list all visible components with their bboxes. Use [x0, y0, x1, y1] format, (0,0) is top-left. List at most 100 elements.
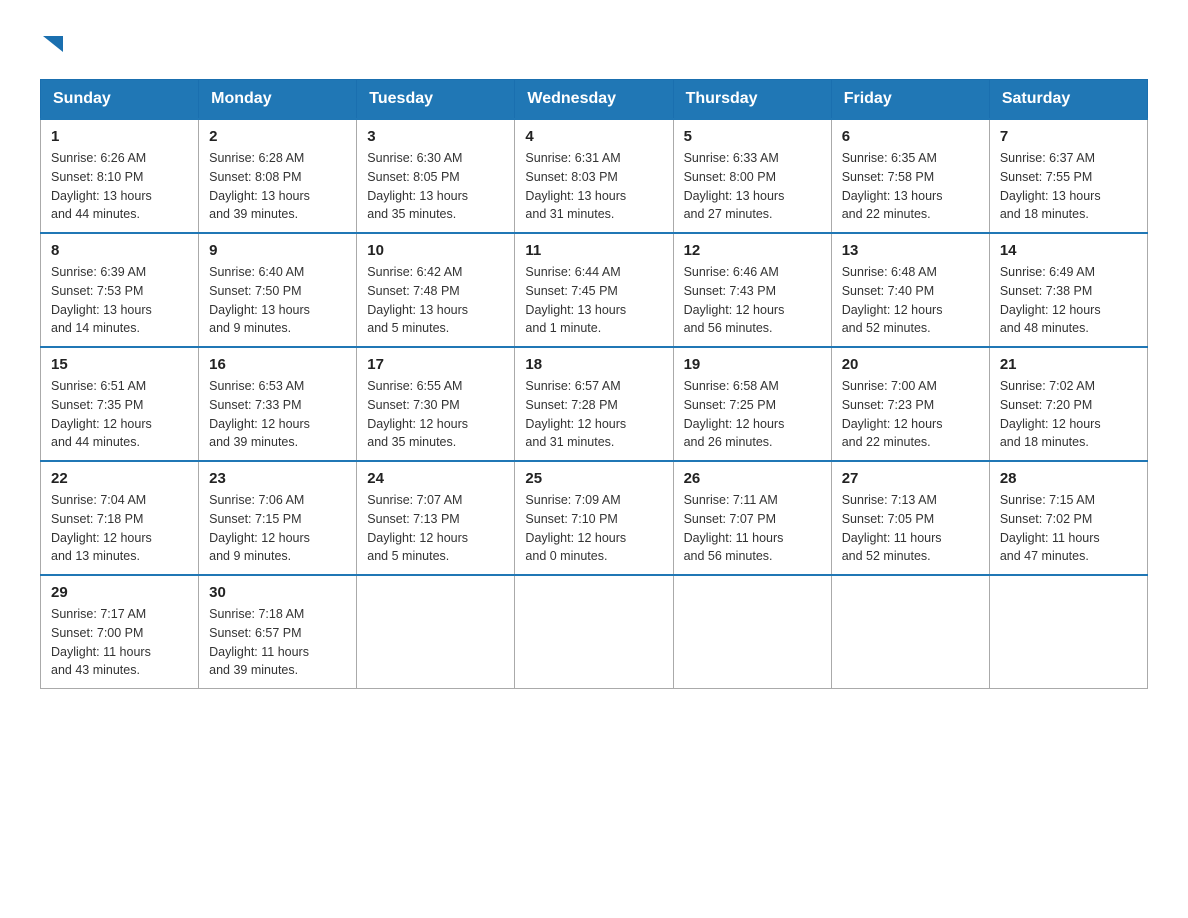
day-number: 23	[209, 470, 346, 487]
logo-triangle-icon	[43, 32, 65, 54]
column-header-sunday: Sunday	[41, 80, 199, 120]
day-number: 8	[51, 242, 188, 259]
week-row-1: 1 Sunrise: 6:26 AM Sunset: 8:10 PM Dayli…	[41, 119, 1148, 233]
calendar-cell: 23 Sunrise: 7:06 AM Sunset: 7:15 PM Dayl…	[199, 461, 357, 575]
day-number: 6	[842, 128, 979, 145]
day-number: 3	[367, 128, 504, 145]
day-number: 29	[51, 584, 188, 601]
calendar-cell: 18 Sunrise: 6:57 AM Sunset: 7:28 PM Dayl…	[515, 347, 673, 461]
week-row-4: 22 Sunrise: 7:04 AM Sunset: 7:18 PM Dayl…	[41, 461, 1148, 575]
day-number: 16	[209, 356, 346, 373]
day-number: 10	[367, 242, 504, 259]
week-row-5: 29 Sunrise: 7:17 AM Sunset: 7:00 PM Dayl…	[41, 575, 1148, 689]
calendar-cell: 5 Sunrise: 6:33 AM Sunset: 8:00 PM Dayli…	[673, 119, 831, 233]
day-number: 21	[1000, 356, 1137, 373]
day-info: Sunrise: 6:48 AM Sunset: 7:40 PM Dayligh…	[842, 263, 979, 338]
week-row-3: 15 Sunrise: 6:51 AM Sunset: 7:35 PM Dayl…	[41, 347, 1148, 461]
day-number: 5	[684, 128, 821, 145]
calendar-cell: 6 Sunrise: 6:35 AM Sunset: 7:58 PM Dayli…	[831, 119, 989, 233]
calendar-cell: 12 Sunrise: 6:46 AM Sunset: 7:43 PM Dayl…	[673, 233, 831, 347]
day-info: Sunrise: 6:31 AM Sunset: 8:03 PM Dayligh…	[525, 149, 662, 224]
day-info: Sunrise: 6:49 AM Sunset: 7:38 PM Dayligh…	[1000, 263, 1137, 338]
day-info: Sunrise: 6:28 AM Sunset: 8:08 PM Dayligh…	[209, 149, 346, 224]
column-header-thursday: Thursday	[673, 80, 831, 120]
calendar-table: SundayMondayTuesdayWednesdayThursdayFrid…	[40, 79, 1148, 689]
day-info: Sunrise: 6:51 AM Sunset: 7:35 PM Dayligh…	[51, 377, 188, 452]
day-info: Sunrise: 7:02 AM Sunset: 7:20 PM Dayligh…	[1000, 377, 1137, 452]
day-number: 27	[842, 470, 979, 487]
calendar-cell: 8 Sunrise: 6:39 AM Sunset: 7:53 PM Dayli…	[41, 233, 199, 347]
day-info: Sunrise: 6:39 AM Sunset: 7:53 PM Dayligh…	[51, 263, 188, 338]
calendar-header-row: SundayMondayTuesdayWednesdayThursdayFrid…	[41, 80, 1148, 120]
calendar-cell: 19 Sunrise: 6:58 AM Sunset: 7:25 PM Dayl…	[673, 347, 831, 461]
calendar-cell: 27 Sunrise: 7:13 AM Sunset: 7:05 PM Dayl…	[831, 461, 989, 575]
day-number: 28	[1000, 470, 1137, 487]
day-number: 2	[209, 128, 346, 145]
day-info: Sunrise: 7:15 AM Sunset: 7:02 PM Dayligh…	[1000, 491, 1137, 566]
day-info: Sunrise: 6:46 AM Sunset: 7:43 PM Dayligh…	[684, 263, 821, 338]
logo-line1	[40, 30, 65, 59]
day-info: Sunrise: 6:58 AM Sunset: 7:25 PM Dayligh…	[684, 377, 821, 452]
day-number: 22	[51, 470, 188, 487]
day-info: Sunrise: 6:57 AM Sunset: 7:28 PM Dayligh…	[525, 377, 662, 452]
day-number: 12	[684, 242, 821, 259]
day-number: 4	[525, 128, 662, 145]
day-number: 19	[684, 356, 821, 373]
day-info: Sunrise: 7:11 AM Sunset: 7:07 PM Dayligh…	[684, 491, 821, 566]
calendar-cell: 9 Sunrise: 6:40 AM Sunset: 7:50 PM Dayli…	[199, 233, 357, 347]
column-header-wednesday: Wednesday	[515, 80, 673, 120]
calendar-cell: 11 Sunrise: 6:44 AM Sunset: 7:45 PM Dayl…	[515, 233, 673, 347]
day-info: Sunrise: 7:17 AM Sunset: 7:00 PM Dayligh…	[51, 605, 188, 680]
day-number: 25	[525, 470, 662, 487]
column-header-tuesday: Tuesday	[357, 80, 515, 120]
day-number: 14	[1000, 242, 1137, 259]
day-info: Sunrise: 7:00 AM Sunset: 7:23 PM Dayligh…	[842, 377, 979, 452]
calendar-cell	[515, 575, 673, 689]
day-info: Sunrise: 7:13 AM Sunset: 7:05 PM Dayligh…	[842, 491, 979, 566]
day-number: 24	[367, 470, 504, 487]
calendar-cell: 3 Sunrise: 6:30 AM Sunset: 8:05 PM Dayli…	[357, 119, 515, 233]
day-number: 7	[1000, 128, 1137, 145]
day-number: 9	[209, 242, 346, 259]
week-row-2: 8 Sunrise: 6:39 AM Sunset: 7:53 PM Dayli…	[41, 233, 1148, 347]
column-header-saturday: Saturday	[989, 80, 1147, 120]
calendar-cell: 25 Sunrise: 7:09 AM Sunset: 7:10 PM Dayl…	[515, 461, 673, 575]
calendar-cell: 7 Sunrise: 6:37 AM Sunset: 7:55 PM Dayli…	[989, 119, 1147, 233]
day-info: Sunrise: 6:30 AM Sunset: 8:05 PM Dayligh…	[367, 149, 504, 224]
day-number: 26	[684, 470, 821, 487]
calendar-cell: 22 Sunrise: 7:04 AM Sunset: 7:18 PM Dayl…	[41, 461, 199, 575]
day-info: Sunrise: 6:37 AM Sunset: 7:55 PM Dayligh…	[1000, 149, 1137, 224]
day-info: Sunrise: 7:06 AM Sunset: 7:15 PM Dayligh…	[209, 491, 346, 566]
calendar-cell	[831, 575, 989, 689]
calendar-cell: 26 Sunrise: 7:11 AM Sunset: 7:07 PM Dayl…	[673, 461, 831, 575]
day-info: Sunrise: 7:09 AM Sunset: 7:10 PM Dayligh…	[525, 491, 662, 566]
calendar-cell: 4 Sunrise: 6:31 AM Sunset: 8:03 PM Dayli…	[515, 119, 673, 233]
day-number: 18	[525, 356, 662, 373]
day-info: Sunrise: 6:53 AM Sunset: 7:33 PM Dayligh…	[209, 377, 346, 452]
calendar-cell	[357, 575, 515, 689]
calendar-cell: 14 Sunrise: 6:49 AM Sunset: 7:38 PM Dayl…	[989, 233, 1147, 347]
calendar-cell	[989, 575, 1147, 689]
calendar-cell: 2 Sunrise: 6:28 AM Sunset: 8:08 PM Dayli…	[199, 119, 357, 233]
day-number: 15	[51, 356, 188, 373]
day-info: Sunrise: 6:33 AM Sunset: 8:00 PM Dayligh…	[684, 149, 821, 224]
calendar-cell: 24 Sunrise: 7:07 AM Sunset: 7:13 PM Dayl…	[357, 461, 515, 575]
calendar-cell: 15 Sunrise: 6:51 AM Sunset: 7:35 PM Dayl…	[41, 347, 199, 461]
day-info: Sunrise: 6:26 AM Sunset: 8:10 PM Dayligh…	[51, 149, 188, 224]
day-number: 30	[209, 584, 346, 601]
day-number: 20	[842, 356, 979, 373]
day-info: Sunrise: 7:07 AM Sunset: 7:13 PM Dayligh…	[367, 491, 504, 566]
day-number: 1	[51, 128, 188, 145]
calendar-cell	[673, 575, 831, 689]
page-header	[40, 30, 1148, 59]
day-info: Sunrise: 6:44 AM Sunset: 7:45 PM Dayligh…	[525, 263, 662, 338]
day-number: 17	[367, 356, 504, 373]
day-info: Sunrise: 6:35 AM Sunset: 7:58 PM Dayligh…	[842, 149, 979, 224]
logo	[40, 30, 65, 59]
calendar-cell: 30 Sunrise: 7:18 AM Sunset: 6:57 PM Dayl…	[199, 575, 357, 689]
column-header-monday: Monday	[199, 80, 357, 120]
calendar-cell: 13 Sunrise: 6:48 AM Sunset: 7:40 PM Dayl…	[831, 233, 989, 347]
day-info: Sunrise: 6:40 AM Sunset: 7:50 PM Dayligh…	[209, 263, 346, 338]
calendar-cell: 16 Sunrise: 6:53 AM Sunset: 7:33 PM Dayl…	[199, 347, 357, 461]
day-number: 11	[525, 242, 662, 259]
